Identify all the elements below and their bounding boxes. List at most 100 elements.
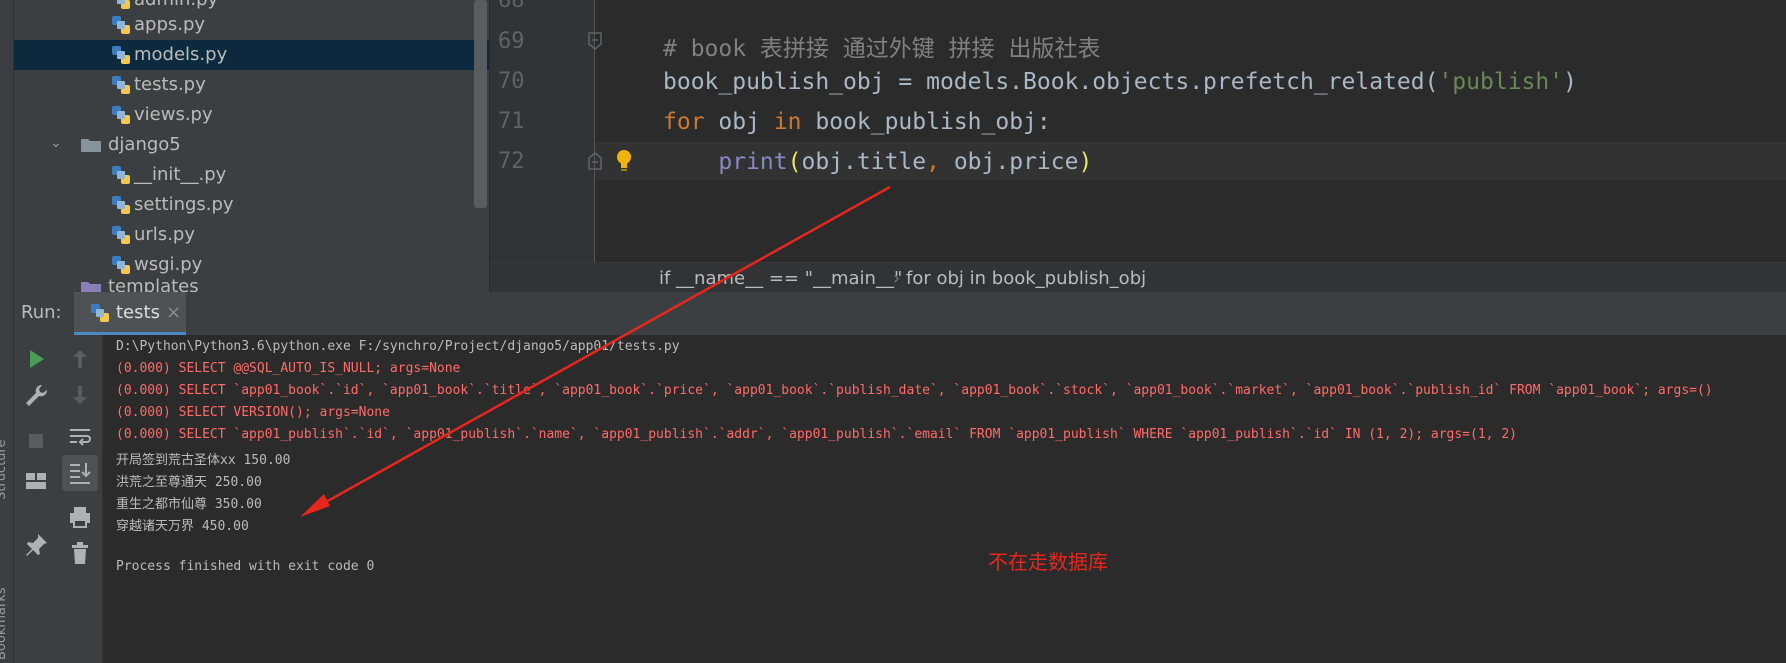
close-icon[interactable]: × <box>166 302 181 323</box>
code-builtin: print <box>718 149 788 175</box>
console-line: (0.000) SELECT @@SQL_AUTO_IS_NULL; args=… <box>116 361 461 376</box>
console-line: D:\Python\Python3.6\python.exe F:/synchr… <box>116 339 680 354</box>
console-line: 重生之都市仙尊 350.00 <box>116 497 262 512</box>
tree-item-django5[interactable]: ⌄ django5 <box>14 130 489 160</box>
structure-tool-tab[interactable]: Structure <box>0 440 9 500</box>
code-keyword: in <box>773 109 802 135</box>
code-string: 'publish' <box>1438 69 1564 95</box>
tree-item-label: settings.py <box>134 194 234 215</box>
wrench-icon[interactable] <box>22 381 50 409</box>
left-tool-strip: Structure Bookmarks <box>0 0 14 663</box>
code-paren: ( <box>787 149 802 175</box>
code-comment: # book 表拼接 通过外键 拼接 出版社表 <box>663 36 1101 62</box>
python-file-icon <box>112 46 130 64</box>
python-file-icon <box>112 226 130 244</box>
console-line: 洪荒之至尊通天 250.00 <box>116 475 262 490</box>
chevron-down-icon[interactable]: ⌄ <box>50 135 62 151</box>
tree-item-label: apps.py <box>134 14 206 35</box>
breadcrumb: if __name__ == "__main__" › for obj in b… <box>490 262 1786 293</box>
console-line: 穿越诸天万界 450.00 <box>116 519 249 534</box>
code-text: obj.title <box>801 149 927 175</box>
tree-item-tests[interactable]: tests.py <box>14 70 489 100</box>
folder-icon <box>81 282 101 292</box>
console-line: (0.000) SELECT `app01_book`.`id`, `app01… <box>116 383 1713 398</box>
breadcrumb-separator: › <box>893 268 901 289</box>
tree-item-urls[interactable]: urls.py <box>14 220 489 250</box>
tree-item-label: tests.py <box>134 74 206 95</box>
breadcrumb-item[interactable]: if __name__ == "__main__" <box>659 268 902 289</box>
line-number: 69 <box>498 29 525 54</box>
line-number: 68 <box>498 0 525 13</box>
code-text: book_publish_obj = models.Book.objects.p… <box>663 69 1439 95</box>
python-file-icon <box>112 196 130 214</box>
scroll-to-end-icon <box>70 463 91 484</box>
pin-icon[interactable] <box>22 531 50 559</box>
tree-item-settings[interactable]: settings.py <box>14 190 489 220</box>
tree-item-label: templates <box>108 278 199 292</box>
rerun-icon[interactable] <box>22 345 50 373</box>
tree-item-label: __init__.py <box>134 164 227 185</box>
tree-item-views[interactable]: views.py <box>14 100 489 130</box>
bookmarks-tool-tab[interactable]: Bookmarks <box>0 587 9 660</box>
code-text: obj <box>704 109 774 135</box>
console-line: (0.000) SELECT `app01_publish`.`id`, `ap… <box>116 427 1517 442</box>
tree-item-label: urls.py <box>134 224 195 245</box>
python-file-icon <box>112 16 130 34</box>
lightbulb-icon[interactable] <box>614 148 634 172</box>
console-line: (0.000) SELECT VERSION(); args=None <box>116 405 390 420</box>
run-tab-label: tests <box>116 302 160 323</box>
annotation-text: 不在走数据库 <box>988 550 1108 574</box>
line-number: 71 <box>498 109 525 134</box>
code-text: book_publish_obj: <box>801 109 1051 135</box>
trash-icon[interactable] <box>66 539 94 567</box>
project-tree: admin.py apps.py models.py tests.py view… <box>14 0 489 292</box>
run-tab-tests[interactable]: tests × <box>74 292 186 335</box>
line-number: 70 <box>498 69 525 94</box>
run-panel-header: Run: <box>14 292 1786 336</box>
scroll-to-end-toggle[interactable] <box>62 455 98 491</box>
code-line-71[interactable]: for obj in book_publish_obj: <box>663 109 1051 135</box>
python-file-icon <box>117 0 130 9</box>
code-comma: , <box>926 149 954 175</box>
stop-icon[interactable] <box>22 427 50 455</box>
code-line-70[interactable]: book_publish_obj = models.Book.objects.p… <box>663 69 1577 95</box>
python-file-icon <box>112 106 130 124</box>
code-text: ) <box>1563 69 1577 95</box>
code-text: obj.price <box>953 149 1079 175</box>
tree-scrollbar[interactable] <box>474 0 487 208</box>
run-toolbar-primary <box>14 335 59 663</box>
tree-item-label: models.py <box>134 44 228 65</box>
tree-item-templates[interactable]: templates <box>14 278 489 292</box>
folder-icon <box>81 139 101 152</box>
line-number: 72 <box>498 149 525 174</box>
fold-icon[interactable] <box>587 152 603 170</box>
arrow-up-icon[interactable] <box>66 345 94 373</box>
python-run-icon <box>91 304 109 322</box>
layout-icon[interactable] <box>22 467 50 495</box>
arrow-down-icon[interactable] <box>66 381 94 409</box>
tree-item-models[interactable]: models.py <box>14 40 489 70</box>
python-file-icon <box>112 256 130 274</box>
fold-icon[interactable] <box>587 32 603 50</box>
console-line: Process finished with exit code 0 <box>116 559 375 574</box>
tree-item-label: wsgi.py <box>134 254 203 275</box>
tree-item-label: views.py <box>134 104 213 125</box>
run-panel-title: Run: <box>21 302 62 323</box>
python-file-icon <box>112 166 130 184</box>
code-keyword: for <box>663 109 705 135</box>
console-line: 开局签到荒古圣体xx 150.00 <box>116 453 291 468</box>
tree-item-label: admin.py <box>134 0 218 10</box>
code-paren: ) <box>1078 149 1093 175</box>
tree-item-wsgi[interactable]: wsgi.py <box>14 250 489 280</box>
breadcrumb-item[interactable]: for obj in book_publish_obj <box>906 268 1146 289</box>
tree-item-init[interactable]: __init__.py <box>14 160 489 190</box>
soft-wrap-icon[interactable] <box>66 423 94 451</box>
python-file-icon <box>112 76 130 94</box>
print-icon[interactable] <box>66 503 94 531</box>
run-toolbar-secondary <box>58 335 103 663</box>
tree-item-label: django5 <box>108 134 181 155</box>
code-line-69[interactable]: # book 表拼接 通过外键 拼接 出版社表 <box>663 29 1100 63</box>
code-line-72[interactable]: print(obj.title, obj.price) <box>663 149 1092 175</box>
tree-item-apps[interactable]: apps.py <box>14 10 489 40</box>
